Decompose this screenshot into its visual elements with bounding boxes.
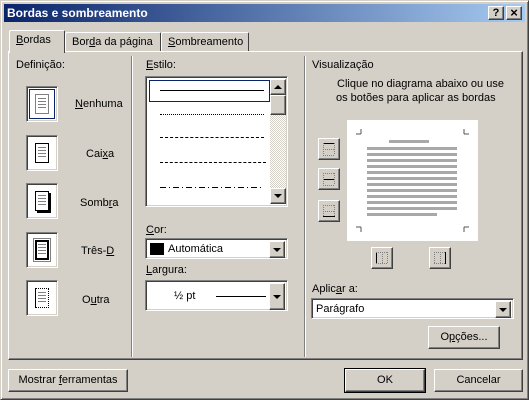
divider xyxy=(304,56,306,357)
style-option-solid[interactable] xyxy=(160,90,264,91)
style-option-dotted[interactable] xyxy=(160,114,264,115)
preset-none-icon[interactable] xyxy=(26,86,58,122)
title-bar[interactable]: Bordas e sombreamento ? × xyxy=(4,4,525,22)
show-toolbar-button[interactable]: Mostrar ferramentas xyxy=(8,369,128,392)
preset-box-label[interactable]: Caixa xyxy=(86,148,114,160)
width-dropdown-button[interactable] xyxy=(269,283,285,310)
tab-borda-da-pagina[interactable]: Borda da página xyxy=(65,32,161,52)
color-swatch xyxy=(150,243,164,255)
right-border-icon xyxy=(434,252,446,264)
width-value: ½ pt xyxy=(174,290,196,302)
width-label: Largura: xyxy=(146,264,187,276)
apply-to-value: Parágrafo xyxy=(316,303,365,315)
style-option-selected[interactable] xyxy=(149,80,270,102)
color-select[interactable]: Automática xyxy=(145,238,288,259)
style-label: Estilo: xyxy=(146,59,176,71)
color-label: Cor: xyxy=(146,224,167,236)
window-title: Bordas e sombreamento xyxy=(7,6,148,20)
left-border-icon xyxy=(376,252,388,264)
inner-horizontal-border-button[interactable] xyxy=(318,168,340,190)
preset-shadow-icon[interactable] xyxy=(26,183,58,219)
top-border-icon xyxy=(323,143,335,156)
preset-none-label[interactable]: Nenhuma xyxy=(75,98,123,110)
dialog-window: Bordas e sombreamento ? × Bordas Borda d… xyxy=(0,0,529,400)
width-line-sample xyxy=(216,296,266,297)
preset-3d-label[interactable]: Três-D xyxy=(81,245,114,257)
preview-label: Visualização xyxy=(312,59,374,71)
arrow-up-icon xyxy=(274,85,282,89)
bottom-border-button[interactable] xyxy=(318,200,340,222)
scroll-up-button[interactable] xyxy=(270,79,286,95)
tab-bordas[interactable]: Bordas xyxy=(9,30,65,53)
style-option-dash[interactable] xyxy=(160,162,266,163)
apply-to-label: Aplicar a: xyxy=(312,283,358,295)
help-icon: ? xyxy=(492,7,500,19)
style-list[interactable] xyxy=(145,76,288,207)
close-icon: × xyxy=(510,5,518,20)
preset-box-icon[interactable] xyxy=(26,135,58,171)
chevron-down-icon xyxy=(273,294,281,299)
close-button[interactable]: × xyxy=(506,6,522,20)
divider xyxy=(131,56,133,357)
inner-horizontal-border-icon xyxy=(323,173,335,186)
right-border-button[interactable] xyxy=(429,247,451,269)
width-select[interactable]: ½ pt xyxy=(145,280,288,311)
scroll-thumb[interactable] xyxy=(270,95,286,115)
style-scrollbar[interactable] xyxy=(270,79,286,204)
tab-panel: Definição: Nenhuma Caixa Sombra Três-D O… xyxy=(8,51,523,360)
scroll-down-button[interactable] xyxy=(270,188,286,204)
chevron-down-icon xyxy=(499,307,507,312)
cancel-button[interactable]: Cancelar xyxy=(434,369,523,392)
tab-sombreamento[interactable]: Sombreamento xyxy=(161,32,249,52)
apply-to-select[interactable]: Parágrafo xyxy=(311,298,514,319)
preview-hint-line1: Clique no diagrama abaixo ou use xyxy=(337,78,504,90)
color-dropdown-button[interactable] xyxy=(269,241,285,258)
bottom-border-icon xyxy=(323,205,335,217)
apply-to-dropdown-button[interactable] xyxy=(495,301,511,318)
arrow-down-icon xyxy=(274,194,282,198)
preset-shadow-label[interactable]: Sombra xyxy=(80,197,119,209)
color-value: Automática xyxy=(168,243,224,255)
options-button[interactable]: Opções... xyxy=(428,326,500,349)
preset-3d-icon[interactable] xyxy=(26,232,58,268)
help-button[interactable]: ? xyxy=(488,6,504,20)
definition-label: Definição: xyxy=(16,59,65,71)
ok-button[interactable]: OK xyxy=(344,368,426,393)
preview-diagram[interactable] xyxy=(347,120,478,241)
preview-page-icon xyxy=(356,129,469,232)
left-border-button[interactable] xyxy=(371,247,393,269)
style-option-small-dash[interactable] xyxy=(160,137,264,138)
chevron-down-icon xyxy=(273,247,281,252)
preview-hint-line2: os botões para aplicar as bordas xyxy=(336,92,496,104)
preset-custom-label[interactable]: Outra xyxy=(82,294,110,306)
preset-custom-icon[interactable] xyxy=(26,280,58,316)
top-border-button[interactable] xyxy=(318,138,340,160)
style-option-dash-dot[interactable] xyxy=(160,187,264,188)
